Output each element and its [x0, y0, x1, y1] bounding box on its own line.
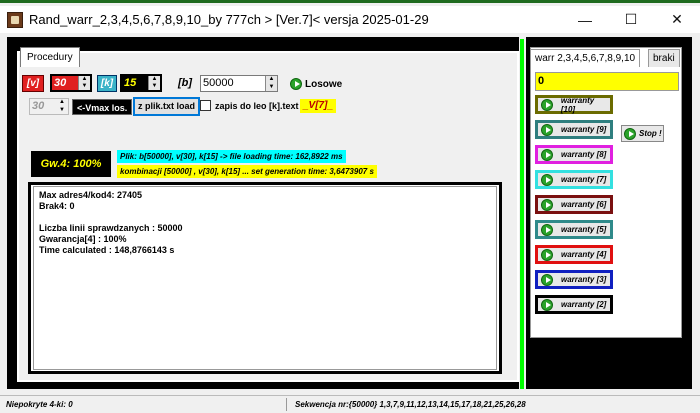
down-arrow-icon[interactable]: ▼	[149, 83, 160, 90]
play-icon	[541, 198, 553, 211]
output-textbox[interactable]: Max adres4/kod4: 27405 Brak4: 0 Liczba l…	[33, 186, 497, 370]
play-icon	[541, 148, 553, 161]
vmax-los-button[interactable]: <-Vmax los.	[72, 99, 133, 115]
warranty-button[interactable]: warranty [5]	[535, 220, 613, 239]
output-line: Time calculated : 148,8766143 s	[39, 245, 175, 255]
file-info-label: Plik: b[50000], v[30], k[15] -> file loa…	[117, 150, 346, 163]
result-field[interactable]: 0	[535, 72, 679, 91]
stop-label: Stop !	[639, 129, 662, 138]
vmax-value: 30	[30, 99, 56, 114]
app-icon	[7, 11, 23, 28]
play-icon	[541, 273, 553, 286]
k-label: [k]	[97, 75, 117, 92]
up-arrow-icon: ▲	[59, 99, 65, 105]
warranty-label: warranty [7]	[561, 175, 607, 184]
save-checkbox[interactable]: zapis do leo [k].text	[200, 100, 299, 111]
down-arrow-icon: ▼	[59, 106, 65, 113]
v-label: [v]	[22, 75, 44, 92]
warranty-button[interactable]: warranty [4]	[535, 245, 613, 264]
warranty-label: warranty [2]	[561, 300, 607, 309]
tab-braki[interactable]: braki	[648, 49, 680, 67]
client-area: Procedury [v] 30 ▲ ▼ [k] 15 ▲ ▼ [b] 50000 …	[0, 33, 700, 395]
k-stepper[interactable]: 15 ▲ ▼	[120, 74, 162, 92]
version-label: _V[7]_	[300, 99, 337, 113]
warranty-label: warranty [6]	[561, 200, 607, 209]
k-value[interactable]: 15	[122, 76, 148, 90]
play-icon	[541, 98, 553, 111]
maximize-button[interactable]: ☐	[608, 6, 654, 33]
app-window: Rand_warr_2,3,4,5,6,7,8,9,10_by 777ch > …	[0, 0, 700, 413]
stop-button[interactable]: Stop !	[621, 125, 664, 142]
up-arrow-icon[interactable]: ▲	[266, 76, 277, 84]
warranty-button[interactable]: warranty [3]	[535, 270, 613, 289]
minimize-button[interactable]: —	[562, 6, 608, 33]
b-value[interactable]: 50000	[201, 76, 265, 91]
status-separator	[286, 398, 287, 411]
play-icon	[624, 127, 636, 140]
warranty-label: warranty [10]	[560, 95, 595, 114]
checkbox-icon[interactable]	[200, 100, 211, 111]
b-stepper[interactable]: 50000 ▲ ▼	[200, 75, 278, 92]
up-arrow-icon[interactable]: ▲	[79, 76, 90, 83]
output-panel: Max adres4/kod4: 27405 Brak4: 0 Liczba l…	[28, 182, 502, 374]
output-line: Gwarancja[4] : 100%	[39, 234, 127, 244]
play-icon	[290, 78, 302, 90]
tab-procedury[interactable]: Procedury	[20, 47, 80, 67]
play-icon	[541, 248, 553, 261]
down-arrow-icon[interactable]: ▼	[79, 83, 90, 90]
warranty-label: warranty [9]	[561, 125, 607, 134]
warranty-label: warranty [8]	[561, 150, 607, 159]
play-icon	[541, 223, 553, 236]
status-sequence: Sekwencja nr:{50000} 1,3,7,9,11,12,13,14…	[295, 400, 526, 409]
tab-warr[interactable]: warr 2,3,4,5,6,7,8,9,10	[530, 49, 641, 67]
output-line: Brak4: 0	[39, 201, 75, 211]
save-checkbox-label: zapis do leo [k].text	[215, 100, 299, 111]
b-label: [b]	[178, 77, 193, 89]
vmax-stepper: 30 ▲ ▼	[29, 98, 69, 115]
warranty-button[interactable]: warranty [10]	[535, 95, 613, 114]
warranty-label: warranty [3]	[561, 275, 607, 284]
warranty-button[interactable]: warranty [6]	[535, 195, 613, 214]
losowe-label: Losowe	[305, 78, 343, 90]
output-line: Max adres4/kod4: 27405	[39, 190, 143, 200]
up-arrow-icon[interactable]: ▲	[149, 76, 160, 83]
play-icon	[541, 173, 553, 186]
close-button[interactable]: ✕	[654, 6, 700, 33]
title-bar: Rand_warr_2,3,4,5,6,7,8,9,10_by 777ch > …	[0, 6, 700, 33]
warranty-button[interactable]: warranty [7]	[535, 170, 613, 189]
status-bar: Niepokryte 4-ki: 0 Sekwencja nr:{50000} …	[0, 395, 700, 413]
output-line: Liczba linii sprawdzanych : 50000	[39, 223, 183, 233]
warranty-label: warranty [5]	[561, 225, 607, 234]
guarantee-badge: Gw.4: 100%	[31, 151, 111, 177]
window-title: Rand_warr_2,3,4,5,6,7,8,9,10_by 777ch > …	[29, 12, 429, 27]
losowe-button[interactable]: Losowe	[290, 78, 342, 90]
warranty-label: warranty [4]	[561, 250, 607, 259]
down-arrow-icon[interactable]: ▼	[266, 84, 277, 92]
panel-splitter[interactable]	[520, 39, 524, 389]
v-stepper[interactable]: 30 ▲ ▼	[50, 74, 92, 92]
warranty-button[interactable]: warranty [9]	[535, 120, 613, 139]
play-icon	[541, 298, 553, 311]
combination-info-label: kombinacji [50000] , v[30], k[15] ... se…	[117, 165, 377, 178]
v-value[interactable]: 30	[52, 76, 78, 90]
play-icon	[541, 123, 553, 136]
warranty-button[interactable]: warranty [8]	[535, 145, 613, 164]
load-file-button[interactable]: z plik.txt load	[133, 97, 201, 116]
status-uncovered: Niepokryte 4-ki: 0	[6, 400, 73, 409]
warranty-button[interactable]: warranty [2]	[535, 295, 613, 314]
